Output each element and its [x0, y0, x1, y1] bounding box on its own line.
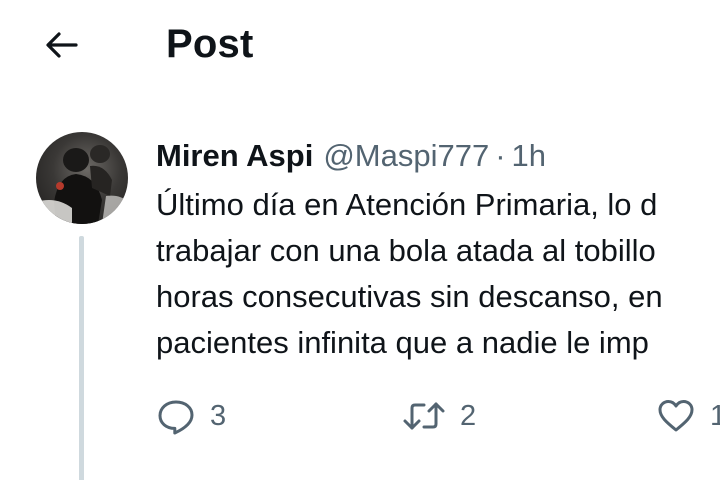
back-button[interactable] [38, 22, 84, 68]
reply-count: 3 [210, 399, 227, 432]
arrow-left-icon [46, 32, 78, 58]
like-count: 1 [710, 399, 720, 432]
page-header: Post [0, 0, 720, 90]
post-text-line: trabajar con una bola atada al tobillo [156, 233, 656, 268]
separator-dot: · [495, 138, 506, 173]
avatar[interactable] [36, 132, 128, 224]
post-text-line: Último día en Atención Primaria, lo d [156, 187, 658, 222]
repost-button[interactable]: 2 [402, 388, 476, 444]
author-name[interactable]: Miren Aspi [156, 134, 313, 178]
post-header: Miren Aspi @Maspi777 · 1h [156, 134, 546, 178]
repost-icon [403, 402, 445, 430]
reply-icon [158, 400, 194, 435]
post-page: Post Miren Aspi @Maspi777 · 1h Último dí… [0, 0, 720, 480]
post-time[interactable]: 1h [512, 134, 546, 178]
avatar-photo [36, 145, 128, 224]
reply-button[interactable]: 3 [156, 388, 226, 444]
like-button[interactable]: 1 [656, 388, 720, 444]
thread-line [79, 236, 84, 480]
post-text-line: horas consecutivas sin descanso, en [156, 279, 663, 314]
post-text: Último día en Atención Primaria, lo d tr… [156, 182, 720, 366]
post-text-line: pacientes infinita que a nadie le imp [156, 325, 649, 360]
repost-count: 2 [460, 399, 477, 432]
post-actions: 3 2 1 [150, 388, 720, 444]
author-handle[interactable]: @Maspi777 [323, 134, 489, 178]
page-title: Post [166, 22, 254, 66]
heart-icon [658, 400, 694, 432]
